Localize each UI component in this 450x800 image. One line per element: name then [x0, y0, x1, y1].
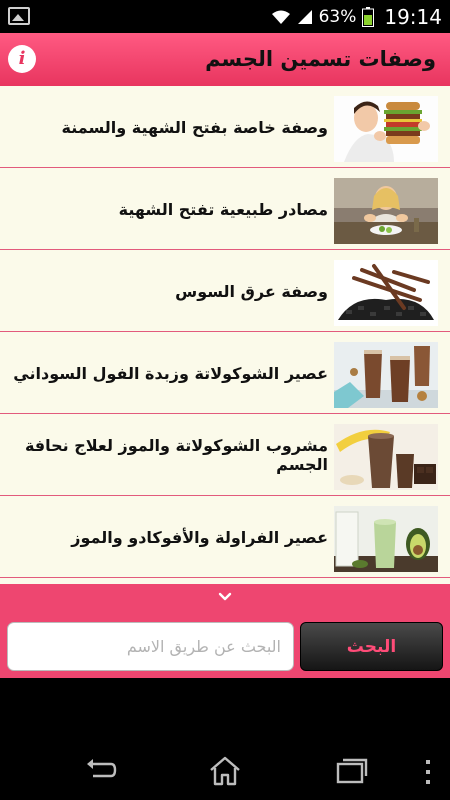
battery-icon: [362, 6, 375, 27]
chocolate-smoothie-image: [334, 342, 438, 408]
app-bar: i وصفات تسمين الجسم: [0, 33, 450, 86]
status-bar: 63% 19:14: [0, 0, 450, 33]
search-bar: البحث: [0, 612, 450, 678]
list-item[interactable]: عصير الفراولة والأفوكادو والموز: [0, 496, 450, 578]
list-item[interactable]: مشروب الشوكولاتة والموز لعلاج نحافة الجس…: [0, 414, 450, 496]
chocolate-banana-shake-image: [334, 424, 438, 490]
list-item[interactable]: وصفة عرق السوس: [0, 250, 450, 332]
list-item-label: عصير الشوكولاتة وزبدة الفول السوداني: [13, 363, 328, 383]
licorice-root-image: [334, 260, 438, 326]
wifi-icon: [271, 10, 290, 24]
battery-percent: 63%: [318, 6, 357, 27]
recent-apps-icon[interactable]: [334, 756, 370, 786]
list-item-label: عصير الفراولة والأفوكادو والموز: [71, 527, 328, 547]
chevron-down-icon[interactable]: [218, 590, 232, 604]
list-item[interactable]: عصير الشوكولاتة وزبدة الفول السوداني: [0, 332, 450, 414]
list-item-thumbnail: [334, 96, 438, 162]
list-item-thumbnail: [334, 342, 438, 408]
search-input[interactable]: [7, 622, 294, 671]
back-icon[interactable]: [83, 756, 119, 786]
clock: 19:14: [384, 4, 442, 29]
system-nav-bar: [0, 678, 450, 800]
girl-at-table-image: [334, 178, 438, 244]
signal-icon: [297, 9, 312, 24]
list-item-label: وصفة خاصة بفتح الشهية والسمنة: [61, 117, 328, 137]
overflow-menu-icon[interactable]: [420, 758, 436, 786]
list-item-thumbnail: [334, 178, 438, 244]
expand-bar[interactable]: [0, 584, 450, 612]
avocado-smoothie-image: [334, 506, 438, 572]
info-icon[interactable]: i: [8, 45, 36, 73]
home-icon[interactable]: [207, 756, 243, 786]
list-item[interactable]: وصفة خاصة بفتح الشهية والسمنة: [0, 86, 450, 168]
list-item-thumbnail: [334, 506, 438, 572]
search-button[interactable]: البحث: [300, 622, 443, 671]
list-item[interactable]: مصادر طبيعية تفتح الشهية: [0, 168, 450, 250]
status-indicators: 63% 19:14: [271, 0, 442, 33]
list-item-label: مشروب الشوكولاتة والموز لعلاج نحافة الجس…: [24, 436, 328, 474]
list-item-label: مصادر طبيعية تفتح الشهية: [118, 199, 328, 219]
gallery-icon: [8, 7, 30, 25]
list-item-thumbnail: [334, 260, 438, 326]
page-title: وصفات تسمين الجسم: [205, 47, 436, 71]
recipe-list[interactable]: وصفة خاصة بفتح الشهية والسمنة مصادر طبيع…: [0, 86, 450, 584]
woman-eating-burger-image: [334, 96, 438, 162]
list-item-label: وصفة عرق السوس: [175, 281, 328, 301]
list-item-thumbnail: [334, 424, 438, 490]
